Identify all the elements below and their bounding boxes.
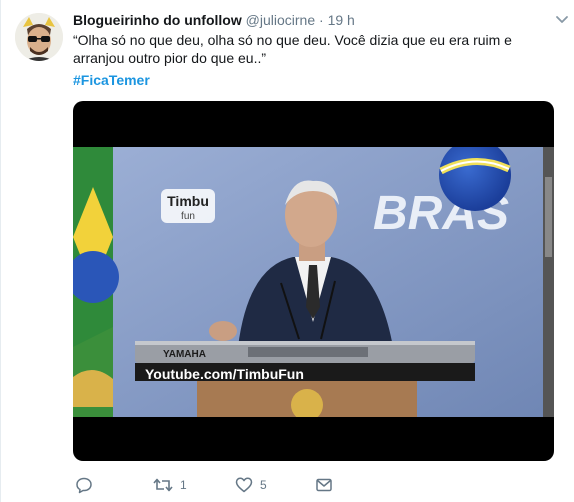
- video-player[interactable]: BRAS Timbu fun YAMAHA Youtube.com/TimbuF…: [73, 101, 554, 461]
- avatar[interactable]: [15, 13, 63, 61]
- video-watermark: Youtube.com/TimbuFun: [145, 366, 304, 382]
- tweet[interactable]: Blogueirinho do unfollow @juliocirne · 1…: [0, 0, 574, 502]
- retweet-count: 1: [180, 478, 187, 492]
- direct-message-button[interactable]: [315, 474, 333, 496]
- hashtag-link[interactable]: #FicaTemer: [73, 71, 150, 89]
- timbu-badge-top: Timbu: [167, 193, 209, 209]
- reply-icon: [76, 477, 92, 494]
- author-name[interactable]: Blogueirinho do unfollow: [73, 12, 242, 28]
- separator-dot: ·: [319, 12, 324, 28]
- video-still: BRAS Timbu fun YAMAHA Youtube.com/TimbuF…: [73, 147, 554, 417]
- reply-button[interactable]: [75, 474, 100, 496]
- video-frame[interactable]: BRAS Timbu fun YAMAHA Youtube.com/TimbuF…: [73, 147, 554, 417]
- retweet-icon: [153, 478, 173, 492]
- tweet-actions: 1 5: [73, 474, 373, 496]
- tweet-text: “Olha só no que deu, olha só no que deu.…: [73, 32, 512, 66]
- heart-icon: [235, 477, 253, 493]
- avatar-image: [15, 13, 63, 61]
- envelope-icon: [316, 478, 332, 492]
- like-button[interactable]: 5: [235, 474, 267, 496]
- keyboard-brand: YAMAHA: [163, 349, 206, 360]
- author-handle[interactable]: @juliocirne: [246, 12, 315, 28]
- retweet-button[interactable]: 1: [153, 474, 187, 496]
- more-options-button[interactable]: [552, 12, 572, 28]
- chevron-down-icon: [556, 16, 568, 23]
- tweet-header: Blogueirinho do unfollow @juliocirne · 1…: [73, 11, 355, 29]
- tweet-timestamp[interactable]: 19 h: [328, 12, 355, 28]
- like-count: 5: [260, 478, 267, 492]
- timbu-badge-bottom: fun: [181, 211, 195, 222]
